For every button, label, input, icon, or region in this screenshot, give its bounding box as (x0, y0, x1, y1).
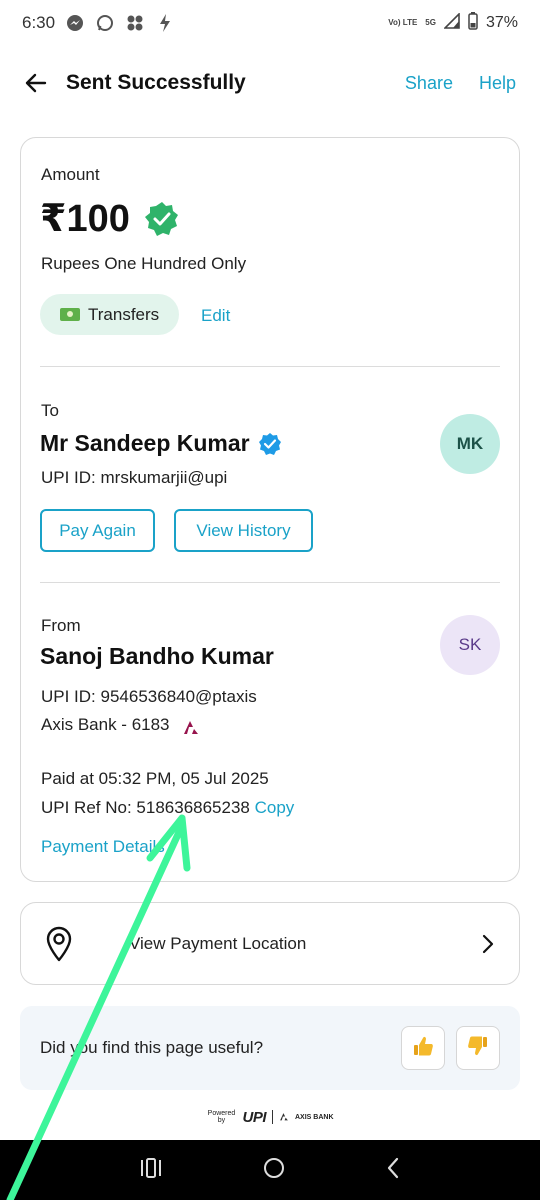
back-nav-button[interactable] (386, 1157, 400, 1184)
whatsapp-icon (95, 13, 115, 33)
battery-percent: 37% (485, 14, 518, 31)
category-chip[interactable]: Transfers (40, 294, 180, 335)
feedback-question: Did you find this page useful? (40, 1038, 264, 1057)
thumbs-down-button[interactable] (456, 1026, 500, 1070)
to-label: To (41, 401, 59, 420)
from-label: From (41, 616, 81, 635)
view-payment-location-button[interactable]: View Payment Location (20, 902, 520, 985)
edit-category-button[interactable]: Edit (201, 306, 230, 326)
axis-bank-logo-icon (279, 1108, 289, 1126)
messenger-icon (65, 13, 85, 33)
recent-apps-button[interactable] (140, 1157, 162, 1183)
sender-name-row: Sanoj Bandho Kumar (40, 643, 274, 670)
network-5g-label: 5G (425, 18, 436, 27)
amount-row: ₹100 (40, 196, 180, 241)
view-payment-location-label: View Payment Location (129, 933, 307, 953)
home-button[interactable] (263, 1157, 285, 1184)
help-button[interactable]: Help (479, 73, 516, 94)
divider (40, 366, 500, 367)
app-bar: Sent Successfully Share Help (0, 56, 540, 110)
divider (272, 1110, 273, 1124)
chevron-right-icon (481, 934, 495, 954)
thumbs-up-icon (412, 1035, 434, 1062)
view-history-button[interactable]: View History (174, 509, 313, 552)
battery-icon (468, 11, 478, 35)
sender-name: Sanoj Bandho Kumar (40, 643, 274, 669)
payment-details-link[interactable]: Payment Details (41, 837, 165, 857)
bolt-icon (155, 13, 175, 33)
amount-label: Amount (41, 165, 100, 184)
axis-bank-logo-icon (182, 719, 200, 734)
recipient-upi-id: UPI ID: mrskumarjii@upi (41, 468, 228, 487)
feedback-panel: Did you find this page useful? (20, 1006, 520, 1090)
status-time: 6:30 (22, 13, 56, 32)
powered-by-footer: Powered by UPI AXIS BANK (0, 1108, 540, 1126)
page-title: Sent Successfully (66, 71, 246, 94)
map-pin-icon (45, 926, 73, 962)
transaction-card: Amount ₹100 Rupees One Hundred Only Tran… (20, 137, 520, 882)
copy-ref-button[interactable]: Copy (255, 798, 295, 817)
share-button[interactable]: Share (405, 73, 453, 94)
sender-bank: Axis Bank - 6183 (41, 715, 170, 734)
app-grid-icon (125, 13, 145, 33)
upi-logo: UPI (242, 1108, 266, 1126)
sender-upi-id: UPI ID: 9546536840@ptaxis (41, 687, 257, 706)
powered-by-label: Powered by (207, 1110, 236, 1124)
thumbs-up-button[interactable] (401, 1026, 445, 1070)
volte-indicator: Vo) LTE (388, 18, 418, 27)
recipient-name-row: Mr Sandeep Kumar (40, 430, 282, 457)
verified-badge-icon (144, 201, 180, 237)
recipient-avatar: MK (440, 414, 500, 474)
axis-bank-label: AXIS BANK (295, 1113, 334, 1121)
amount-in-words: Rupees One Hundred Only (41, 254, 247, 273)
sender-avatar: SK (440, 615, 500, 675)
upi-ref-row: UPI Ref No: 518636865238 Copy (41, 798, 294, 818)
verified-badge-icon (258, 432, 282, 456)
sender-bank-row: Axis Bank - 6183 (41, 715, 200, 735)
signal-icon (443, 11, 460, 34)
system-nav-bar (0, 1140, 540, 1200)
upi-ref-number: UPI Ref No: 518636865238 (41, 798, 250, 817)
paid-at-time: Paid at 05:32 PM, 05 Jul 2025 (41, 769, 269, 788)
recipient-name: Mr Sandeep Kumar (40, 430, 250, 456)
thumbs-down-icon (467, 1035, 489, 1062)
status-bar: 6:30 Vo) LTE 5G 37% (0, 0, 540, 46)
divider (40, 582, 500, 583)
amount-value: ₹100 (40, 198, 130, 240)
money-icon (60, 308, 80, 321)
category-chip-label: Transfers (88, 304, 160, 324)
arrow-left-icon[interactable] (24, 71, 48, 95)
pay-again-button[interactable]: Pay Again (40, 509, 155, 552)
